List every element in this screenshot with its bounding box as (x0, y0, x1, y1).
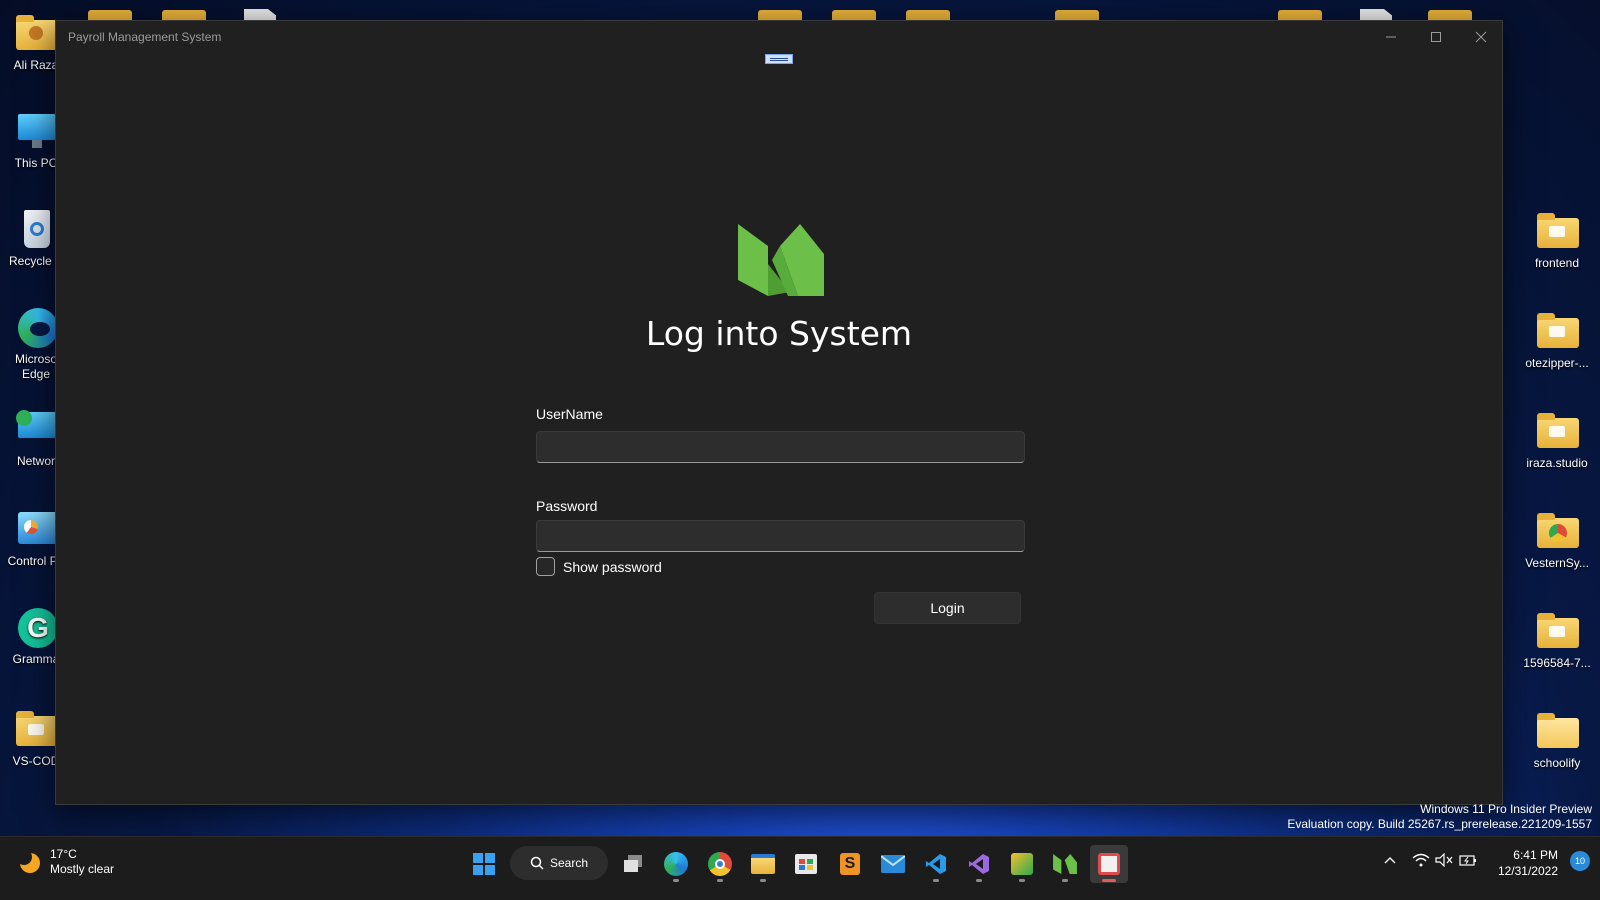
clock-date: 12/31/2022 (1497, 864, 1558, 878)
weather-description: Mostly clear (50, 862, 115, 876)
folder-icon (1535, 212, 1579, 252)
show-password-label: Show password (563, 558, 662, 575)
visual-studio-icon (969, 854, 989, 874)
network-icon (14, 410, 58, 450)
desktop-icon-image-folder[interactable]: 1596584-7... (1517, 612, 1597, 671)
store-icon (795, 854, 817, 874)
app-logo-icon (738, 224, 824, 296)
watermark-line-2: Evaluation copy. Build 25267.rs_prerelea… (1287, 817, 1592, 831)
username-input[interactable] (536, 431, 1025, 463)
chrome-icon (708, 852, 732, 876)
drag-handle[interactable] (765, 54, 793, 64)
edge-icon (664, 852, 688, 876)
taskbar-file-explorer[interactable] (744, 845, 782, 883)
vscode-icon (926, 854, 946, 874)
control-panel-icon (14, 510, 58, 550)
desktop-icon-western-system[interactable]: VesternSy... (1517, 512, 1597, 571)
payroll-app-icon (1098, 853, 1120, 875)
volume-muted-icon (1435, 853, 1453, 867)
close-button[interactable] (1458, 21, 1503, 53)
login-heading: Log into System (645, 314, 913, 353)
task-view-icon (624, 855, 642, 872)
recycle-bin-icon (14, 210, 58, 250)
weather-widget[interactable]: 17°C Mostly clear (16, 847, 114, 877)
grammarly-icon: G (14, 608, 58, 648)
minimize-button[interactable] (1368, 21, 1413, 53)
start-icon (473, 853, 495, 875)
taskbar: 17°C Mostly clear Search S 6:41 PM 12/31… (0, 836, 1600, 900)
mail-icon (881, 855, 905, 873)
computer-icon (14, 112, 58, 152)
desktop-icon-label: otezipper-... (1525, 356, 1589, 370)
folder-icon (1535, 312, 1579, 352)
taskbar-store[interactable] (787, 845, 825, 883)
password-label: Password (536, 498, 598, 514)
desktop-icon-frontend[interactable]: frontend (1517, 212, 1597, 271)
folder-icon (1535, 412, 1579, 452)
taskbar-chrome[interactable] (701, 845, 739, 883)
desktop-icon-aliraza-studio[interactable]: iraza.studio (1517, 412, 1597, 471)
battery-charging-icon (1459, 855, 1476, 866)
taskbar-active-app[interactable] (1090, 845, 1128, 883)
snip-icon (1011, 853, 1033, 875)
app-logo-icon (1053, 854, 1077, 874)
search-label: Search (549, 856, 589, 870)
taskbar-edge[interactable] (657, 845, 695, 883)
maximize-button[interactable] (1413, 21, 1458, 53)
search-icon (530, 856, 544, 870)
wifi-button[interactable] (1412, 851, 1430, 869)
show-password-checkbox[interactable] (536, 557, 555, 576)
taskbar-vscode[interactable] (917, 845, 955, 883)
sublime-icon: S (840, 853, 860, 875)
desktop-icon-label: iraza.studio (1526, 456, 1588, 470)
folder-icon (1535, 612, 1579, 652)
login-button[interactable]: Login (874, 592, 1021, 624)
maximize-icon (1430, 32, 1441, 42)
watermark-line-1: Windows 11 Pro Insider Preview (1420, 802, 1592, 816)
user-folder-icon (14, 14, 58, 54)
window-title: Payroll Management System (68, 30, 222, 44)
desktop-icon-label: frontend (1534, 256, 1580, 270)
weather-moon-icon (16, 849, 42, 875)
windows-watermark: Windows 11 Pro Insider Preview Evaluatio… (1287, 802, 1592, 832)
taskbar-mail[interactable] (874, 845, 912, 883)
taskbar-payroll-app[interactable] (1046, 845, 1084, 883)
weather-temperature: 17°C (50, 847, 77, 861)
clock-time: 6:41 PM (1513, 848, 1558, 862)
taskbar-search-button[interactable]: Search (510, 846, 608, 880)
start-button[interactable] (465, 845, 503, 883)
edge-icon (14, 308, 58, 348)
password-input[interactable] (536, 520, 1025, 552)
minimize-icon (1385, 36, 1396, 38)
show-password-toggle[interactable]: Show password (536, 557, 662, 576)
payroll-login-window: Payroll Management System Log into Syste… (55, 20, 1503, 805)
desktop-icon-label: VesternSy... (1525, 556, 1589, 570)
file-explorer-icon (751, 854, 775, 874)
wifi-icon (1412, 853, 1430, 867)
taskbar-clock[interactable]: 6:41 PM 12/31/2022 (1498, 847, 1558, 879)
volume-button[interactable] (1435, 851, 1453, 869)
taskbar-snip-tool[interactable] (1003, 845, 1041, 883)
desktop-icon-notezipper[interactable]: otezipper-... (1517, 312, 1597, 371)
chevron-up-icon (1384, 857, 1396, 864)
task-view-button[interactable] (614, 845, 652, 883)
taskbar-sublime[interactable]: S (831, 845, 869, 883)
desktop-icon-label: schoolify (1533, 756, 1581, 770)
desktop-icon-label: 1596584-7... (1523, 656, 1591, 670)
folder-icon (14, 710, 58, 750)
desktop-icon-schoolify[interactable]: schoolify (1517, 712, 1597, 771)
username-label: UserName (536, 406, 603, 422)
folder-icon (1535, 512, 1579, 552)
folder-icon (1535, 712, 1579, 752)
notification-badge[interactable]: 10 (1570, 851, 1590, 871)
show-hidden-icons-button[interactable] (1381, 851, 1399, 869)
battery-button[interactable] (1459, 851, 1477, 869)
taskbar-visual-studio[interactable] (960, 845, 998, 883)
close-icon (1475, 31, 1486, 43)
title-bar[interactable]: Payroll Management System (56, 21, 1502, 53)
